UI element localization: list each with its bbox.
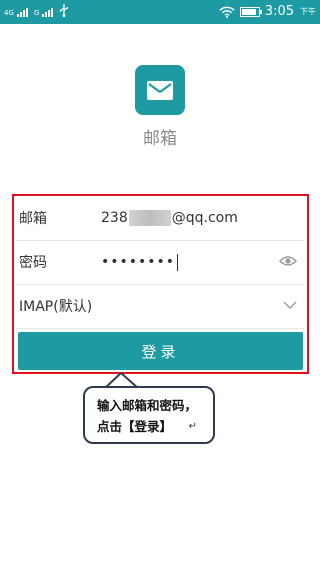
email-label: 邮箱 xyxy=(19,211,47,227)
text-cursor xyxy=(177,253,179,271)
battery-icon xyxy=(239,7,262,17)
eye-icon[interactable] xyxy=(279,254,297,268)
password-value: •••••••• xyxy=(101,254,176,270)
password-label: 密码 xyxy=(19,255,47,271)
password-row: 密码 •••••••• xyxy=(16,240,305,285)
email-row: 邮箱 238 @qq.com xyxy=(16,196,305,241)
login-form-highlight: 邮箱 238 @qq.com 密码 •••••••• IMAP(默认) 登录 xyxy=(12,194,309,374)
email-field[interactable]: 238 @qq.com xyxy=(101,210,238,226)
battery-level xyxy=(241,9,256,15)
status-bar-right: 3:05 下午 xyxy=(219,3,316,21)
login-button[interactable]: 登录 xyxy=(18,332,303,370)
clock-ampm: 下午 xyxy=(300,7,316,16)
network-type-1: 4G xyxy=(4,8,14,17)
signal-bars-icon xyxy=(16,7,28,17)
signal-2: G xyxy=(33,7,54,17)
clock-time: 3:05 xyxy=(264,4,294,19)
chevron-down-icon xyxy=(283,301,297,309)
status-bar-left: 4G G xyxy=(4,4,69,20)
email-redacted-block xyxy=(128,210,171,226)
protocol-value: IMAP(默认) xyxy=(19,299,93,315)
status-bar: 4G G 3:05 下午 xyxy=(0,0,320,24)
signal-1: 4G xyxy=(4,7,28,17)
mail-icon xyxy=(135,65,185,115)
return-mark-icon: ↵ xyxy=(188,421,197,432)
email-prefix: 238 xyxy=(101,210,128,226)
callout-line-1: 输入邮箱和密码， xyxy=(97,398,198,413)
protocol-select[interactable]: IMAP(默认) xyxy=(16,284,305,329)
password-field[interactable]: •••••••• xyxy=(101,253,179,271)
instruction-callout: 输入邮箱和密码， 点击【登录】 ↵ xyxy=(83,386,215,444)
app-title: 邮箱 xyxy=(143,129,177,149)
network-type-2: G xyxy=(33,8,40,17)
email-suffix: @qq.com xyxy=(171,210,238,226)
signal-bars-icon xyxy=(42,7,54,17)
usb-icon xyxy=(59,4,69,20)
wifi-icon xyxy=(219,6,235,18)
